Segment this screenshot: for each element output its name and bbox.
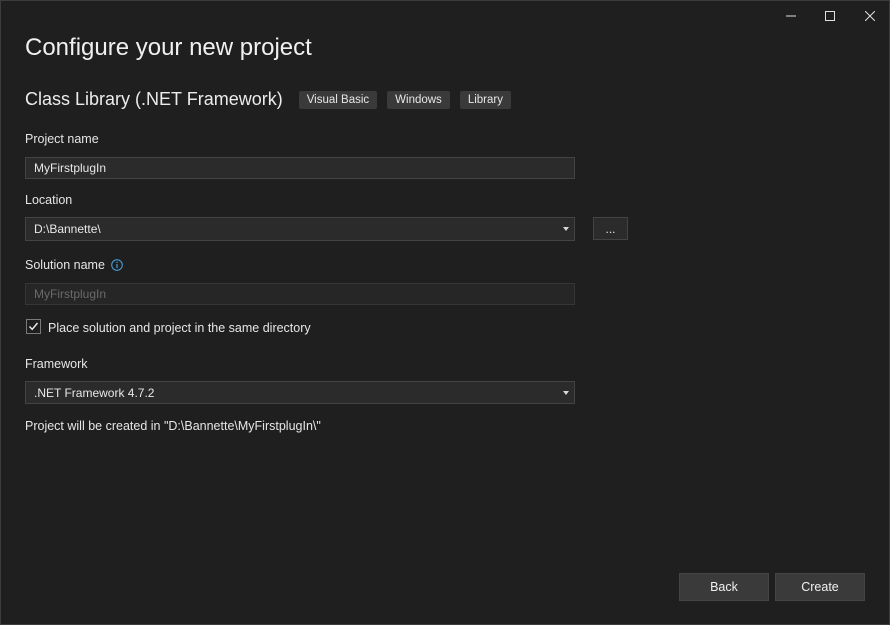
project-name-label: Project name: [25, 132, 99, 146]
info-icon[interactable]: [111, 259, 123, 271]
template-header: Class Library (.NET Framework) Visual Ba…: [25, 89, 521, 110]
tag-visual-basic: Visual Basic: [298, 90, 378, 109]
location-value: D:\Bannette\: [34, 222, 101, 236]
configure-project-dialog: Configure your new project Class Library…: [0, 0, 890, 625]
close-icon: [865, 11, 875, 21]
minimize-icon: [786, 15, 796, 17]
chevron-down-icon[interactable]: [563, 227, 569, 231]
framework-combobox[interactable]: .NET Framework 4.7.2: [25, 381, 575, 404]
maximize-button[interactable]: [810, 1, 850, 31]
template-name: Class Library (.NET Framework): [25, 89, 283, 109]
solution-name-value: MyFirstplugIn: [34, 287, 107, 301]
framework-label: Framework: [25, 357, 88, 371]
close-button[interactable]: [850, 1, 890, 31]
checkmark-icon: [28, 322, 39, 331]
location-combobox[interactable]: D:\Bannette\: [25, 217, 575, 241]
back-button[interactable]: Back: [679, 573, 769, 601]
chevron-down-icon[interactable]: [563, 391, 569, 395]
solution-name-input[interactable]: MyFirstplugIn: [25, 283, 575, 305]
location-label: Location: [25, 193, 73, 207]
project-name-input[interactable]: MyFirstplugIn: [25, 157, 575, 179]
solution-name-label: Solution name: [25, 258, 105, 272]
page-title: Configure your new project: [25, 34, 312, 61]
same-directory-checkbox[interactable]: [26, 319, 41, 334]
project-path-info: Project will be created in "D:\Bannette\…: [25, 419, 321, 433]
framework-value: .NET Framework 4.7.2: [34, 385, 155, 400]
tag-library: Library: [459, 90, 511, 109]
create-button[interactable]: Create: [775, 573, 865, 601]
browse-button[interactable]: ...: [593, 217, 628, 240]
solution-name-label-row: Solution name: [25, 258, 123, 272]
project-name-value: MyFirstplugIn: [34, 161, 107, 175]
tag-windows: Windows: [387, 90, 450, 109]
maximize-icon: [825, 11, 835, 21]
same-directory-label[interactable]: Place solution and project in the same d…: [48, 321, 311, 335]
minimize-button[interactable]: [771, 1, 811, 31]
